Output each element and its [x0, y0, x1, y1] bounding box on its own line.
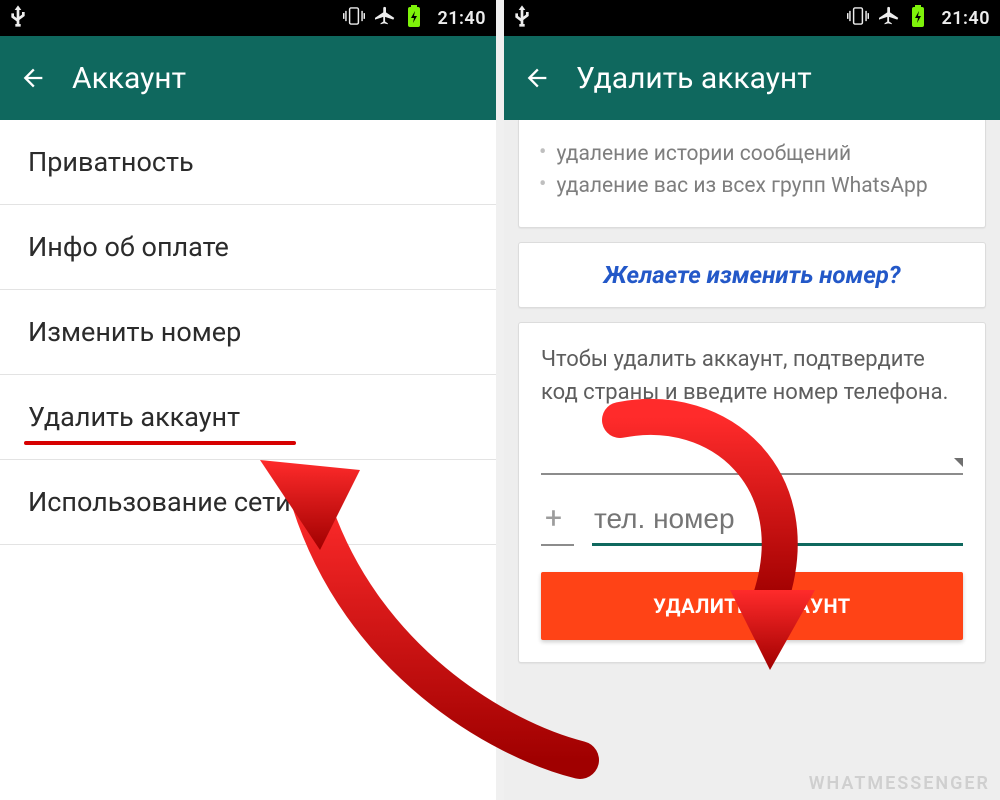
menu-payment-info[interactable]: Инфо об оплате: [0, 205, 496, 290]
status-bar: 21:40: [504, 0, 1000, 36]
vibrate-icon: [847, 6, 869, 31]
country-select[interactable]: [541, 435, 963, 475]
page-title: Аккаунт: [72, 61, 186, 96]
bullet-text: удаление истории сообщений: [556, 140, 851, 168]
delete-account-button[interactable]: УДАЛИТЬ АККАУНТ: [541, 572, 963, 640]
country-code-prefix[interactable]: +: [541, 501, 574, 546]
bullet-item: • удаление вас из всех групп WhatsApp: [539, 172, 965, 200]
delete-account-body: • удаление истории сообщений • удаление …: [504, 120, 1000, 800]
confirm-form-card: Чтобы удалить аккаунт, подтвердите код с…: [518, 322, 986, 663]
bullet-text: удаление вас из всех групп WhatsApp: [556, 172, 927, 200]
status-time: 21:40: [437, 8, 486, 29]
airplane-icon: [375, 5, 397, 32]
status-bar: 21:40: [0, 0, 496, 36]
bullet-item: • удаление истории сообщений: [539, 140, 965, 168]
back-button[interactable]: [18, 63, 48, 93]
account-menu: Приватность Инфо об оплате Изменить номе…: [0, 120, 496, 800]
usb-icon: [514, 5, 530, 32]
vibrate-icon: [343, 6, 365, 31]
menu-delete-account[interactable]: Удалить аккаунт: [0, 375, 496, 460]
phone-input-row: +: [541, 501, 963, 546]
usb-icon: [10, 5, 26, 32]
app-bar: Аккаунт: [0, 36, 496, 120]
change-number-card[interactable]: Желаете изменить номер?: [518, 242, 986, 308]
back-button[interactable]: [522, 63, 552, 93]
menu-privacy[interactable]: Приватность: [0, 120, 496, 205]
page-title: Удалить аккаунт: [576, 61, 812, 96]
instruction-text: Чтобы удалить аккаунт, подтвердите код с…: [541, 343, 963, 409]
battery-icon: [911, 5, 925, 32]
phone-number-input[interactable]: [592, 503, 963, 546]
bullet-dot-icon: •: [539, 172, 546, 200]
consequences-card: • удаление истории сообщений • удаление …: [518, 120, 986, 228]
battery-icon: [407, 5, 421, 32]
status-time: 21:40: [941, 8, 990, 29]
app-bar: Удалить аккаунт: [504, 36, 1000, 120]
bullet-dot-icon: •: [539, 140, 546, 168]
phone-screen-delete-account: 21:40 Удалить аккаунт • удаление истории…: [504, 0, 1000, 800]
menu-network-usage[interactable]: Использование сети: [0, 460, 496, 545]
watermark: WHATMESSENGER: [809, 773, 990, 794]
menu-change-number[interactable]: Изменить номер: [0, 290, 496, 375]
airplane-icon: [879, 5, 901, 32]
change-number-link[interactable]: Желаете изменить номер?: [541, 261, 963, 289]
phone-screen-account: 21:40 Аккаунт Приватность Инфо об оплате…: [0, 0, 496, 800]
